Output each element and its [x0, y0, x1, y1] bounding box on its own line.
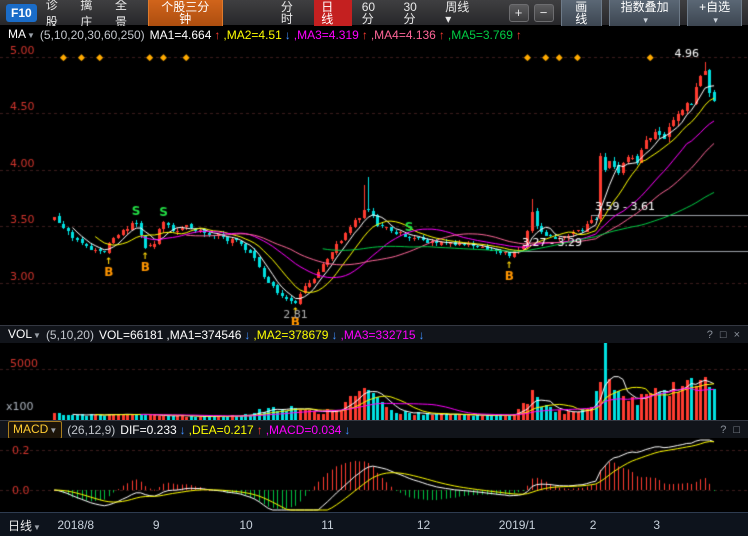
indicator-value: ,MA5=3.769: [448, 26, 513, 44]
zoom-in-button[interactable]: +: [509, 4, 529, 22]
volume-chart-canvas[interactable]: [0, 343, 748, 420]
indicator-value: ,MA3=332715: [340, 326, 415, 344]
indicator-value: ,MA4=4.136: [371, 26, 436, 44]
down-arrow-icon: ↓: [244, 326, 250, 344]
close-icon[interactable]: ×: [734, 326, 740, 344]
toolbar: F10 诊股 擒庄 全景 个股三分钟 分时日线60分30分周线▾ + − 画线 …: [0, 0, 748, 26]
up-arrow-icon: ↑: [214, 26, 220, 44]
period-button-fenshi[interactable]: 分时: [274, 0, 311, 28]
maximize-icon[interactable]: □: [720, 326, 727, 344]
up-arrow-icon: ↑: [516, 26, 522, 44]
vol-params: (5,10,20): [46, 326, 94, 344]
indicator-value: ,DEA=0.217: [189, 421, 254, 439]
help-icon[interactable]: ?: [707, 326, 713, 344]
x-axis-label: 3: [653, 518, 660, 532]
vol-values: VOL=66181,MA1=374546↓,MA2=378679↓,MA3=33…: [99, 326, 425, 344]
period-button-zhouxian[interactable]: 周线▾: [438, 0, 481, 28]
down-arrow-icon: ↓: [180, 421, 186, 439]
indicator-value: ,MA1=374546: [166, 326, 241, 344]
zoom-controls: + −: [509, 4, 554, 22]
indicator-value: MA1=4.664: [150, 26, 212, 44]
vol-indicator-label: VOL: [8, 327, 32, 341]
x-axis-label: 2019/1: [499, 518, 536, 532]
macd-indicator-header: MACD▼ (26,12,9) DIF=0.233↓,DEA=0.217↑,MA…: [0, 420, 748, 438]
draw-line-button[interactable]: 画线: [561, 0, 602, 29]
index-overlay-label: 指数叠加: [621, 0, 669, 14]
main-indicator-header: MA▼ (5,10,20,30,60,250) MA1=4.664↑,MA2=4…: [0, 26, 748, 44]
up-arrow-icon: ↑: [439, 26, 445, 44]
indicator-value: ,MA2=4.51: [223, 26, 281, 44]
up-arrow-icon: ↑: [257, 421, 263, 439]
ma-indicator-dropdown[interactable]: MA▼: [8, 25, 35, 45]
down-arrow-icon: ↓: [331, 326, 337, 344]
indicator-value: ,MACD=0.034: [266, 421, 342, 439]
volume-indicator-header: VOL▼ (5,10,20) VOL=66181,MA1=374546↓,MA2…: [0, 325, 748, 343]
down-arrow-icon: ↓: [419, 326, 425, 344]
x-axis-label: 2: [590, 518, 597, 532]
chevron-down-icon: ▾: [713, 15, 718, 25]
help-icon[interactable]: ?: [720, 421, 726, 439]
macd-chart-canvas[interactable]: [0, 438, 748, 512]
index-overlay-button[interactable]: 指数叠加▾: [609, 0, 680, 29]
chevron-down-icon: ▼: [33, 331, 41, 340]
bottom-period-selector[interactable]: 日线▼: [8, 517, 41, 534]
x-axis-label: 2018/8: [57, 518, 94, 532]
macd-panel-icons: ?□: [720, 421, 740, 439]
macd-params: (26,12,9): [67, 421, 115, 439]
x-axis-label: 12: [417, 518, 430, 532]
macd-indicator-dropdown[interactable]: MACD▼: [8, 421, 62, 439]
period-button-30min[interactable]: 30分: [396, 0, 435, 28]
ma-params: (5,10,20,30,60,250): [40, 26, 145, 44]
x-axis-label: 9: [153, 518, 160, 532]
chevron-down-icon: ▼: [33, 523, 41, 532]
main-chart-canvas[interactable]: [0, 44, 748, 325]
f10-button[interactable]: F10: [6, 4, 37, 22]
period-button-rixian[interactable]: 日线: [314, 0, 351, 28]
chevron-down-icon: ▼: [27, 31, 35, 40]
vol-indicator-dropdown[interactable]: VOL▼: [8, 325, 41, 345]
indicator-value: VOL=66181: [99, 326, 163, 344]
ma-indicator-label: MA: [8, 27, 26, 41]
maximize-icon[interactable]: □: [733, 421, 740, 439]
down-arrow-icon: ↓: [285, 26, 291, 44]
x-axis-label: 11: [321, 518, 333, 532]
period-button-60min[interactable]: 60分: [355, 0, 394, 28]
vol-panel-icons: ? □ ×: [707, 326, 740, 344]
zoom-out-button[interactable]: −: [534, 4, 554, 22]
period-selector: 分时日线60分30分周线▾: [274, 0, 482, 28]
macd-values: DIF=0.233↓,DEA=0.217↑,MACD=0.034↓: [120, 421, 350, 439]
up-arrow-icon: ↑: [362, 26, 368, 44]
add-watchlist-label: +自选: [699, 0, 730, 14]
chevron-down-icon: ▾: [643, 15, 648, 25]
indicator-value: DIF=0.233: [120, 421, 176, 439]
add-watchlist-button[interactable]: +自选▾: [687, 0, 742, 29]
stock-3min-button[interactable]: 个股三分钟: [148, 0, 223, 29]
down-arrow-icon: ↓: [344, 421, 350, 439]
bottom-period-label: 日线: [8, 519, 32, 533]
ma-values: MA1=4.664↑,MA2=4.51↓,MA3=4.319↑,MA4=4.13…: [150, 26, 522, 44]
bottom-bar: 日线▼ 2018/8 9 10 11 12 2019/1 2 3: [0, 512, 748, 536]
x-axis-label: 10: [239, 518, 252, 532]
macd-indicator-label: MACD: [13, 422, 48, 436]
chevron-down-icon: ▼: [49, 426, 57, 435]
indicator-value: ,MA2=378679: [253, 326, 328, 344]
toolbar-right-group: 画线 指数叠加▾ +自选▾: [561, 0, 742, 29]
stock-chart-app: F10 诊股 擒庄 全景 个股三分钟 分时日线60分30分周线▾ + − 画线 …: [0, 0, 748, 536]
indicator-value: ,MA3=4.319: [294, 26, 359, 44]
